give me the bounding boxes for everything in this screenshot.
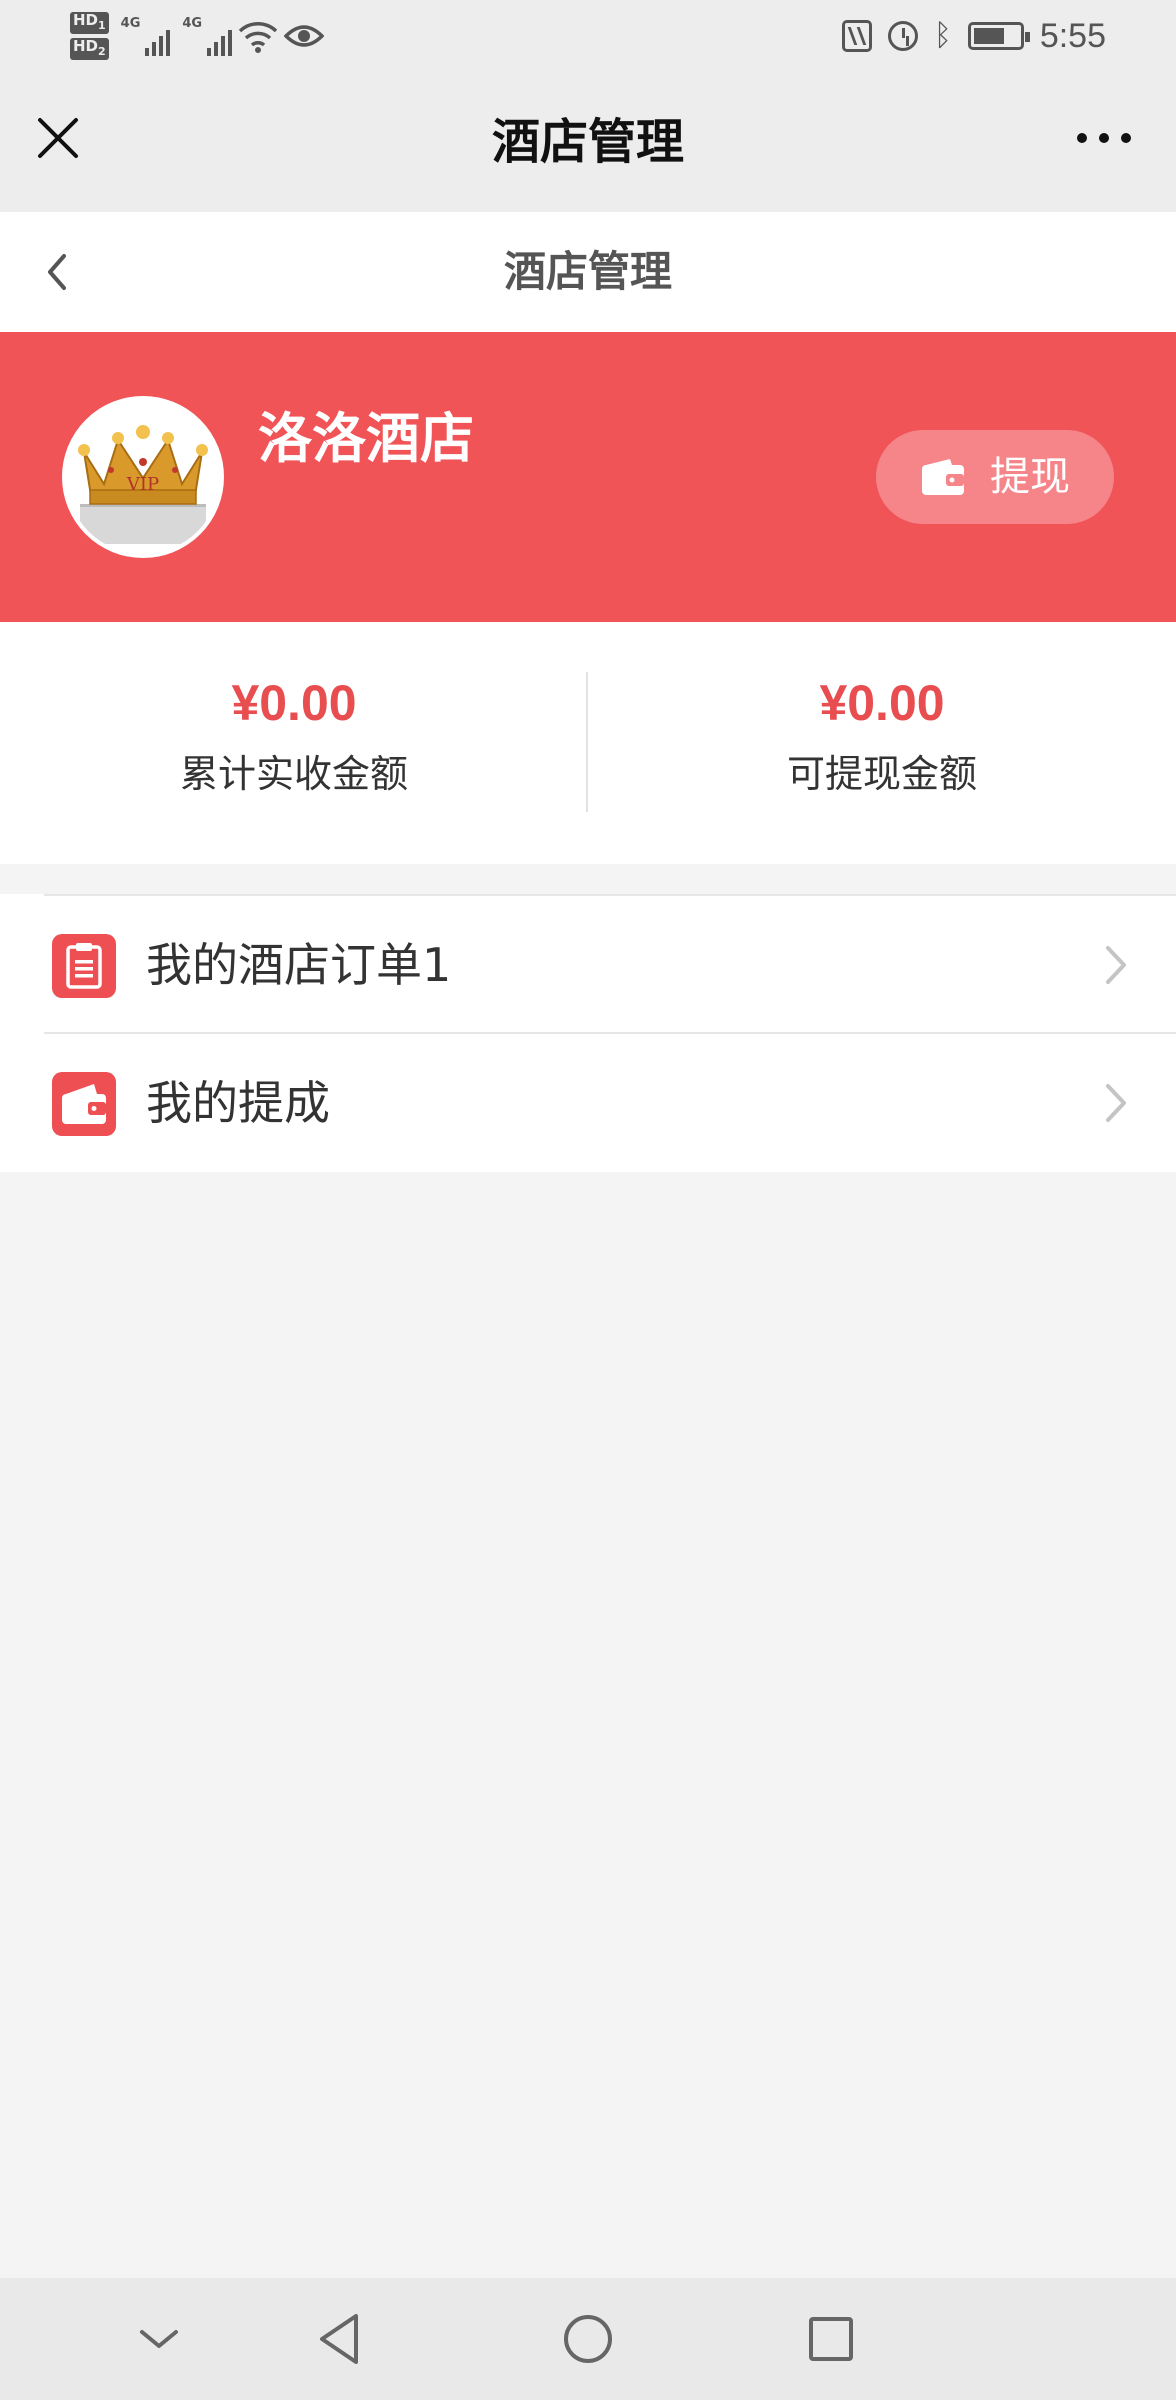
avatar-text: VIP [126,474,159,495]
menu-item-label: 我的提成 [146,1076,330,1130]
collapse-button[interactable] [124,2304,194,2374]
alarm-icon [887,21,918,51]
recents-button[interactable] [796,2304,866,2374]
stat-label: 可提现金额 [786,752,977,796]
sim1-sub: 1 [98,19,106,32]
stat-label: 累计实收金额 [179,752,408,796]
battery-icon [967,22,1030,50]
earnings-stats: ¥0.00 累计实收金额 ¥0.00 可提现金额 [0,622,1176,864]
stat-total-received: ¥0.00 累计实收金额 [0,670,588,804]
hotel-banner: VIP 洛洛酒店 提现 [0,332,1176,622]
status-bar-left: HD1 HD2 4G 4G [70,6,325,66]
sim-indicators: HD1 HD2 [70,12,109,60]
menu-item-hotel-orders[interactable]: 我的酒店订单1 [0,896,1176,1034]
menu-list: 我的酒店订单1 我的提成 [0,894,1176,1172]
chevron-right-icon [1106,946,1126,984]
status-time: 5:55 [1039,16,1106,55]
page-header: 酒店管理 [0,212,1176,332]
system-nav-bar [0,2278,1176,2400]
stat-value: ¥0.00 [231,675,357,731]
home-icon [564,2315,612,2363]
recents-icon [809,2317,853,2361]
bluetooth-icon: ᛒ [933,18,952,53]
eye-icon [284,25,325,47]
chevron-right-icon [1106,1084,1126,1122]
window-title: 酒店管理 [491,114,684,170]
sim1-label: HD [73,11,99,29]
nfc-icon [841,20,872,52]
stat-value: ¥0.00 [819,675,945,731]
back-icon [320,2314,358,2364]
wallet-icon [920,457,966,497]
sim2-sub: 2 [98,45,106,58]
home-button[interactable] [553,2304,623,2374]
withdraw-button[interactable]: 提现 [876,430,1114,524]
more-button[interactable] [1064,108,1144,168]
collapse-icon [140,2330,178,2348]
clipboard-icon [52,934,116,998]
signal-1-icon: 4G [121,16,171,56]
menu-item-commission[interactable]: 我的提成 [0,1034,1176,1172]
avatar[interactable]: VIP [62,396,224,558]
network2-label: 4G [182,16,203,31]
title-bar: 酒店管理 [0,72,1176,212]
vip-crown-icon: VIP [66,400,220,554]
hotel-name: 洛洛酒店 [258,407,474,470]
wifi-icon [238,22,278,53]
stat-withdrawable: ¥0.00 可提现金额 [588,670,1176,804]
network1-label: 4G [120,16,141,31]
status-bar-right: ᛒ 5:55 [841,14,1106,58]
nav-back-button[interactable] [306,2304,376,2374]
sim1-badge: HD1 [70,12,109,34]
sim2-label: HD [73,37,99,55]
menu-item-label: 我的酒店订单1 [146,938,452,992]
status-bar: HD1 HD2 4G 4G ᛒ 5:55 [0,0,1176,72]
signal-2-icon: 4G [182,16,233,56]
more-icon [1077,133,1131,143]
withdraw-label: 提现 [990,454,1070,500]
wallet-icon [52,1072,116,1136]
page-title: 酒店管理 [503,247,672,296]
sim2-badge: HD2 [70,38,109,60]
